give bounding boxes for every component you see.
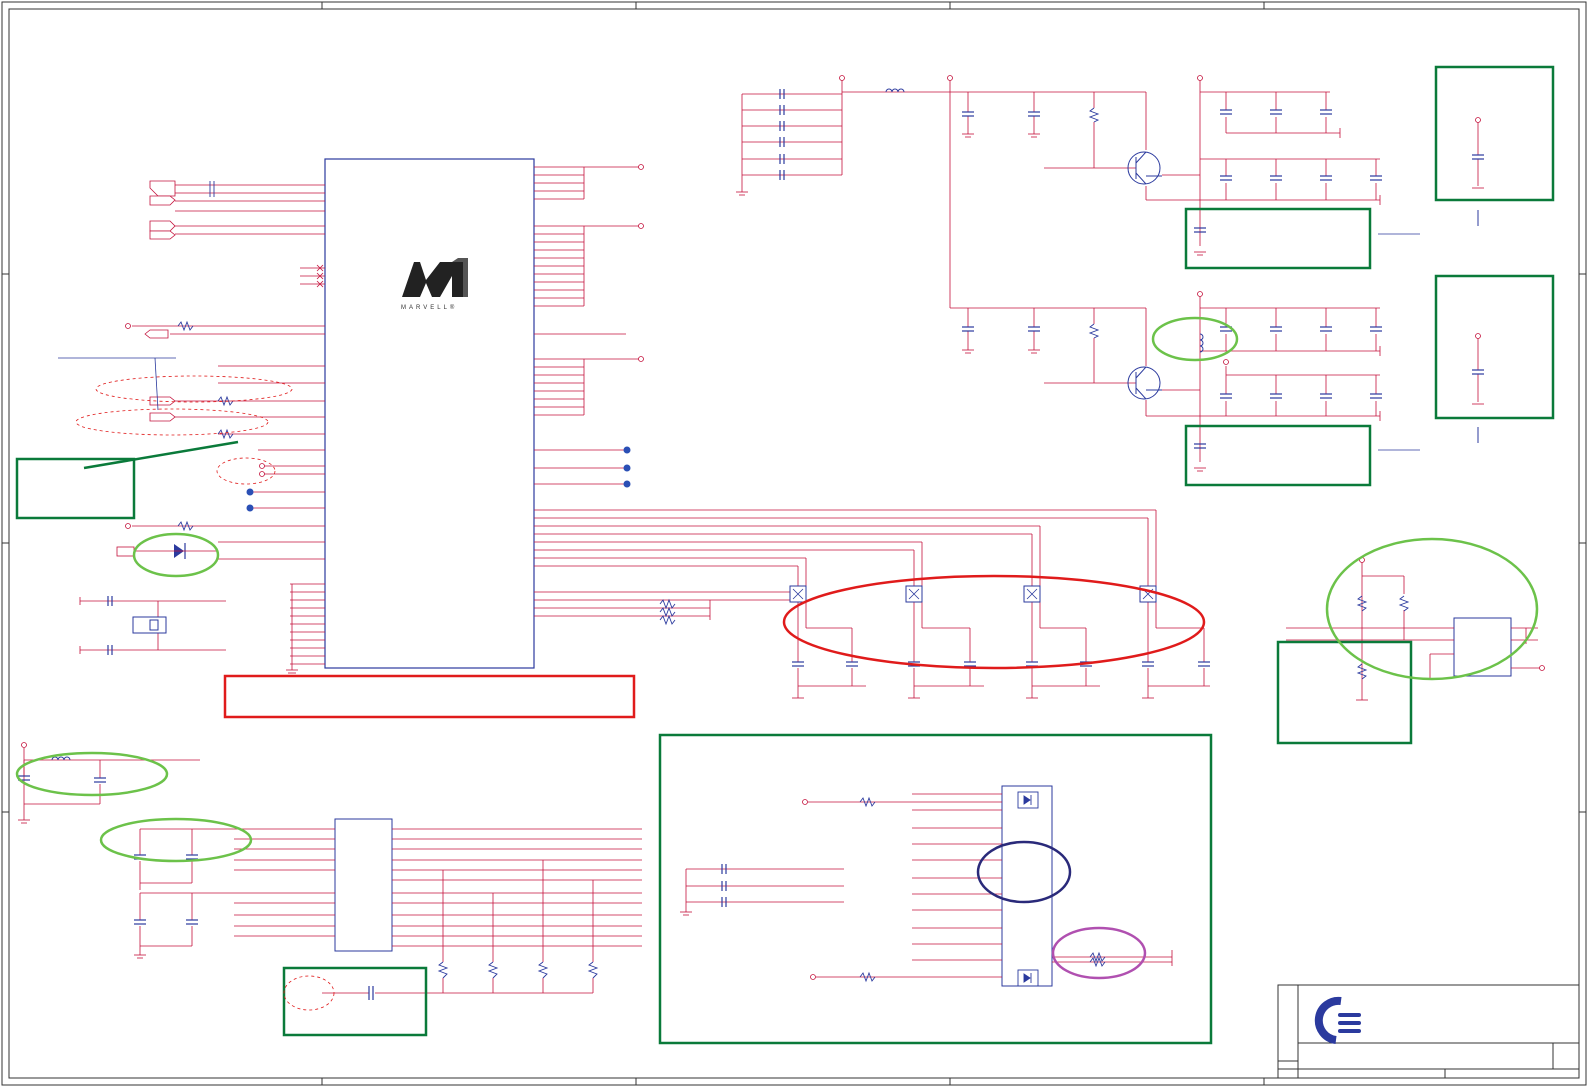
protection-ic (680, 785, 1173, 987)
inductor-icon (885, 88, 905, 93)
highlight-dashed-2 (75, 408, 269, 436)
note-leader-line (83, 440, 239, 470)
highlight-right-ic (1325, 537, 1539, 681)
ethernet-filter-blocks (659, 510, 1210, 699)
inductor-icon (1199, 333, 1204, 353)
note-box-usb-section (658, 733, 1213, 1045)
note-box-regulator-1 (1184, 207, 1372, 270)
chip-left-pins (132, 184, 325, 670)
diode-icon (134, 543, 218, 559)
note-box-upper-right (1434, 65, 1555, 202)
note-box-lower-right (1434, 274, 1555, 420)
company-logo-icon (1314, 996, 1361, 1044)
highlight-dashed-3 (216, 457, 276, 485)
note-box-right-ic (1276, 640, 1413, 745)
chip-right-pins (534, 166, 1156, 617)
note-box-regulator-2 (1184, 424, 1372, 487)
regulator-section-upper (947, 75, 1382, 308)
crystal-oscillator-icon (79, 596, 226, 655)
highlight-lc-filter (15, 751, 169, 797)
chip-right-terminals (638, 164, 644, 362)
note-box-left (15, 457, 136, 520)
main-soc-chip[interactable]: MARVELL® (324, 158, 535, 669)
marvell-logo-text: MARVELL® (401, 304, 457, 311)
left-connectors (116, 180, 265, 557)
highlight-decoupling (99, 817, 253, 863)
schematic-sheet: MARVELL® (1, 1, 1587, 1086)
highlight-ethernet-filters (782, 574, 1206, 670)
highlight-dashed-1 (95, 375, 293, 403)
test-point-lower (1472, 333, 1484, 443)
inductor-icon (51, 756, 71, 761)
note-box-red (223, 674, 636, 719)
note-boxes (15, 65, 1555, 1045)
highlight-inductor (1151, 316, 1239, 362)
top-cap-bank (736, 75, 950, 196)
note-box-bottom-cap (282, 966, 428, 1037)
regulator-section-lower (950, 291, 1382, 472)
memory-ic (134, 818, 642, 1000)
sheet-frame (1, 1, 1587, 1086)
left-resistors (177, 181, 234, 532)
test-point-upper (1472, 117, 1484, 226)
highlight-markers (15, 316, 1539, 1011)
